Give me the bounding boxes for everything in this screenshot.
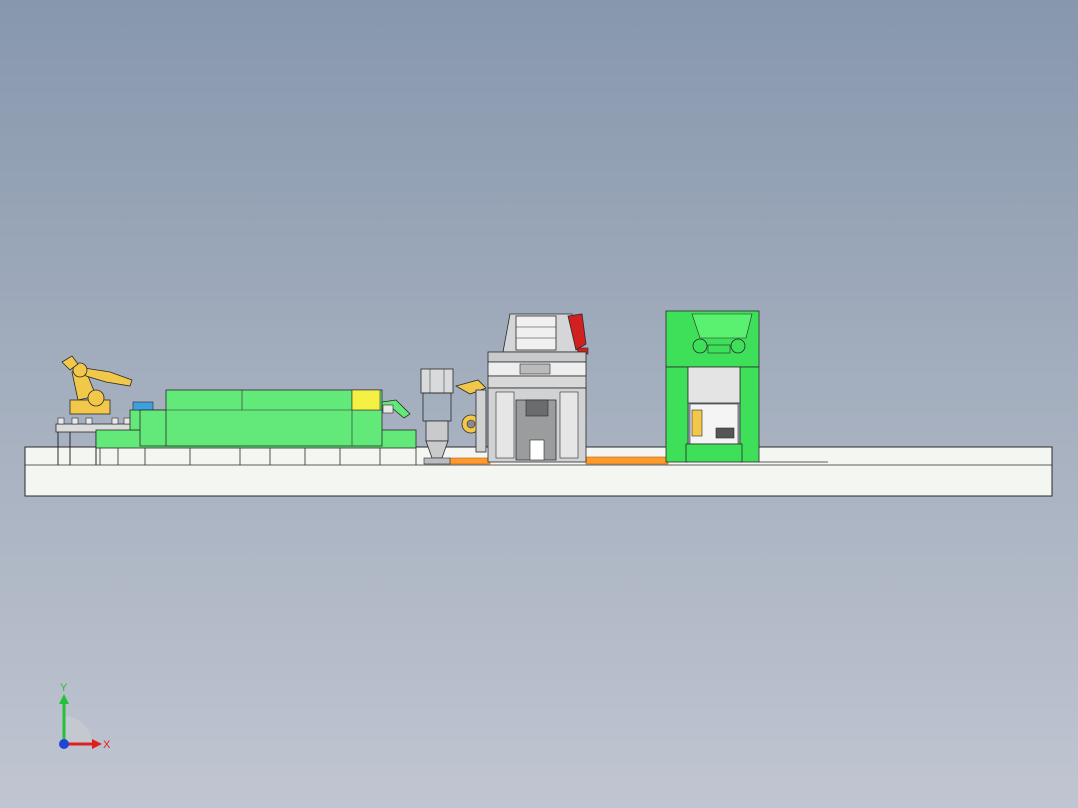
cad-viewport[interactable]: Y X	[0, 0, 1078, 808]
stamping-press[interactable]	[665, 310, 828, 463]
z-axis-origin-icon	[59, 739, 69, 749]
transfer-robot[interactable]	[454, 379, 487, 453]
x-axis-label: X	[103, 739, 111, 751]
coordinate-triad: Y X	[59, 682, 111, 751]
x-arrow-head-icon	[92, 739, 102, 749]
y-arrow-head-icon	[59, 694, 69, 704]
y-axis-label: Y	[60, 682, 68, 694]
triad-plane-shading	[64, 716, 92, 744]
forging-hammer[interactable]	[487, 313, 589, 463]
factory-layout-drawing[interactable]	[0, 0, 1078, 808]
